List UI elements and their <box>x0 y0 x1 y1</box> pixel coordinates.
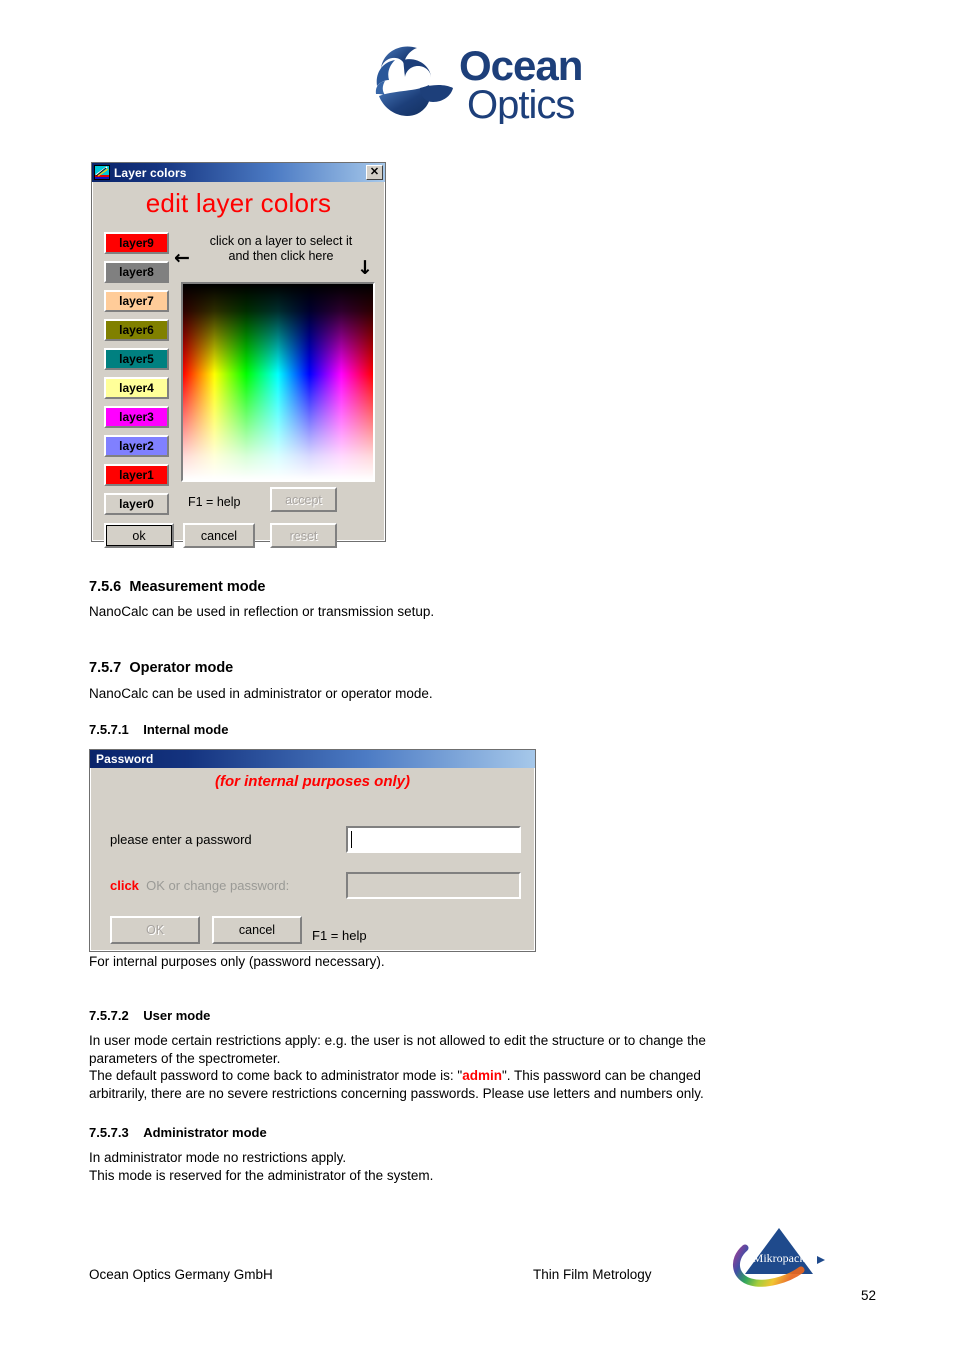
ok-button[interactable]: ok <box>104 523 174 548</box>
mikropack-logo-text: Mikropack <box>753 1251 806 1265</box>
password-field-label: please enter a password <box>110 832 252 847</box>
layer-button-stack: layer9 layer8 layer7 layer6 layer5 layer… <box>104 232 169 522</box>
password-f1-help: F1 = help <box>312 928 367 943</box>
section-7-5-7-2: 7.5.7.2 User mode <box>89 1008 210 1023</box>
section-7-5-7-1-paragraph: For internal purposes only (password nec… <box>89 954 385 969</box>
section-7-5-7-3: 7.5.7.3 Administrator mode <box>89 1125 267 1140</box>
change-password-label: click OK or change password: <box>110 878 289 893</box>
password-titlebar[interactable]: Password <box>90 750 535 768</box>
section-7-5-7-3-heading: 7.5.7.3 Administrator mode <box>89 1125 267 1140</box>
layer-button-9[interactable]: layer9 <box>104 232 169 254</box>
layer-hint-line1: click on a layer to select it <box>209 234 353 248</box>
password-ok-button[interactable]: OK <box>110 916 200 944</box>
layer-colors-titlebar[interactable]: Layer colors ✕ <box>92 163 385 182</box>
section-7-5-7-2-line-1: In user mode certain restrictions apply:… <box>89 1033 706 1048</box>
section-7-5-6-number: 7.5.6 <box>89 579 122 595</box>
section-7-5-7-1-body: For internal purposes only (password nec… <box>89 953 829 971</box>
section-7-5-7-2-line-2: parameters of the spectrometer. <box>89 1050 281 1066</box>
layer-button-1[interactable]: layer1 <box>104 464 169 486</box>
section-7-5-7-3-line-2: This mode is reserved for the administra… <box>89 1167 434 1183</box>
layer-button-8[interactable]: layer8 <box>104 261 169 283</box>
layer-button-6[interactable]: layer6 <box>104 319 169 341</box>
mikropack-logo: Mikropack <box>729 1226 829 1288</box>
color-picker-field[interactable] <box>181 282 375 482</box>
layer-colors-f1-help: F1 = help <box>188 495 241 509</box>
layer-colors-body: edit layer colors layer9 layer8 layer7 l… <box>92 182 385 548</box>
section-7-5-7-2-number: 7.5.7.2 <box>89 1008 129 1023</box>
section-7-5-7-2-line-3: The default password to come back to adm… <box>89 1067 879 1085</box>
click-highlight: click <box>110 878 139 893</box>
section-7-5-7-heading: 7.5.7 Operator mode <box>89 660 233 676</box>
change-password-input[interactable] <box>346 872 521 899</box>
section-7-5-6-paragraph: NanoCalc can be used in reflection or tr… <box>89 604 435 619</box>
section-7-5-7-2-heading: 7.5.7.2 User mode <box>89 1008 210 1023</box>
section-7-5-7-3-line-1: In administrator mode no restrictions ap… <box>89 1150 347 1165</box>
password-dialog-title: Password <box>96 752 154 766</box>
footer-page-number: 52 <box>861 1288 877 1303</box>
svg-text:Ocean: Ocean <box>459 42 582 89</box>
layer-button-0[interactable]: layer0 <box>104 493 169 515</box>
color-picker-white-overlay <box>183 284 373 480</box>
section-7-5-7-3-body: In administrator mode no restrictions ap… <box>89 1149 829 1184</box>
section-7-5-6-title: Measurement mode <box>129 579 266 595</box>
layer-hint-text: click on a layer to select it and then c… <box>188 234 374 264</box>
layer-colors-title: Layer colors <box>114 165 187 180</box>
layer-button-5[interactable]: layer5 <box>104 348 169 370</box>
ocean-optics-shell-icon <box>375 46 453 116</box>
edit-layer-colors-heading: edit layer colors <box>145 188 332 218</box>
section-7-5-7-2-body: In user mode certain restrictions apply:… <box>89 1032 879 1102</box>
password-internal-notice: (for internal purposes only) <box>214 773 410 790</box>
cancel-button[interactable]: cancel <box>183 523 255 548</box>
section-7-5-6: 7.5.6 Measurement mode <box>89 579 266 595</box>
admin-password-value: admin <box>462 1068 502 1083</box>
svg-text:Optics: Optics <box>467 83 574 124</box>
section-7-5-7-1: 7.5.7.1 Internal mode <box>89 722 228 737</box>
layer-button-3[interactable]: layer3 <box>104 406 169 428</box>
text-caret <box>351 831 352 848</box>
accept-button[interactable]: accept <box>270 487 337 512</box>
section-7-5-7-body: NanoCalc can be used in administrator or… <box>89 685 829 703</box>
layer-colors-dialog: Layer colors ✕ edit layer colors layer9 … <box>91 162 386 548</box>
password-dialog-body: (for internal purposes only) please ente… <box>90 768 535 951</box>
section-7-5-7-number: 7.5.7 <box>89 660 122 676</box>
section-7-5-7-1-heading: 7.5.7.1 Internal mode <box>89 722 228 737</box>
layer-button-2[interactable]: layer2 <box>104 435 169 457</box>
section-7-5-7: 7.5.7 Operator mode <box>89 660 233 676</box>
section-7-5-7-1-number: 7.5.7.1 <box>89 722 129 737</box>
arrow-down-icon: ↓ <box>357 257 373 279</box>
section-7-5-7-2-line-4: arbitrarily, there are no severe restric… <box>89 1085 704 1101</box>
section-7-5-7-3-number: 7.5.7.3 <box>89 1125 129 1140</box>
default-password-text-b: ". This password can be changed <box>501 1068 701 1083</box>
spectrum-chart-icon <box>94 165 110 180</box>
change-password-text: OK or change password: <box>146 878 290 893</box>
section-7-5-6-body: NanoCalc can be used in reflection or tr… <box>89 603 829 621</box>
footer-product-line: Thin Film Metrology <box>533 1267 652 1282</box>
ocean-optics-logo: Ocean Optics <box>373 40 595 124</box>
footer-company-name: Ocean Optics Germany GmbH <box>89 1267 273 1282</box>
default-password-text-a: The default password to come back to adm… <box>89 1068 463 1083</box>
section-7-5-6-heading: 7.5.6 Measurement mode <box>89 579 266 595</box>
layer-button-7[interactable]: layer7 <box>104 290 169 312</box>
password-dialog: Password (for internal purposes only) pl… <box>89 749 536 952</box>
password-cancel-button[interactable]: cancel <box>212 916 302 944</box>
section-7-5-7-title: Operator mode <box>129 660 234 676</box>
reset-button[interactable]: reset <box>270 523 337 548</box>
section-7-5-7-1-title: Internal mode <box>143 722 229 737</box>
layer-hint-line2: and then click here <box>228 249 334 263</box>
section-7-5-7-2-title: User mode <box>143 1008 211 1023</box>
close-icon[interactable]: ✕ <box>366 165 383 180</box>
page-header: Ocean Optics <box>0 32 954 132</box>
layer-button-4[interactable]: layer4 <box>104 377 169 399</box>
section-7-5-7-paragraph: NanoCalc can be used in administrator or… <box>89 686 433 701</box>
section-7-5-7-3-title: Administrator mode <box>143 1125 267 1140</box>
password-input[interactable] <box>346 826 521 853</box>
